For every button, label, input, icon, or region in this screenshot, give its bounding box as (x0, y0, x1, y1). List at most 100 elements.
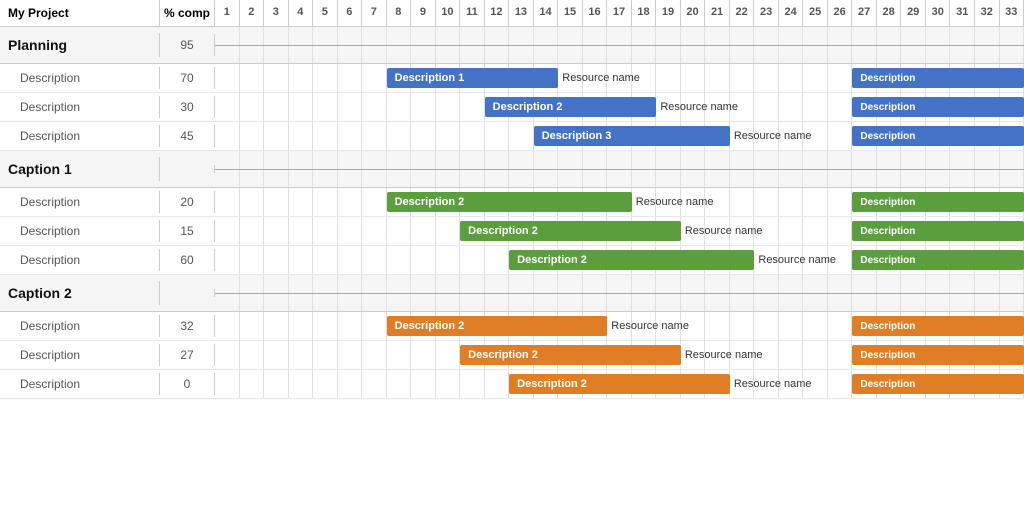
task-name-caption1-1: Description (0, 220, 160, 242)
section-title-planning: Planning (0, 33, 160, 57)
week-header-15: 15 (558, 0, 583, 26)
week-header-6: 6 (338, 0, 363, 26)
week-header-3: 3 (264, 0, 289, 26)
week-header-5: 5 (313, 0, 338, 26)
right-bar-caption2-2: Description (852, 374, 1024, 394)
section-pct-caption2 (160, 289, 215, 297)
week-header-32: 32 (975, 0, 1000, 26)
week-header-7: 7 (362, 0, 387, 26)
gantt-bar-caption1-2: Description 2 (509, 250, 754, 270)
week-header-24: 24 (779, 0, 804, 26)
task-pct-caption2-0: 32 (160, 315, 215, 337)
gantt-bar-caption2-1: Description 2 (460, 345, 681, 365)
task-name-caption1-2: Description (0, 249, 160, 271)
week-header-19: 19 (656, 0, 681, 26)
pct-header: % comp (160, 0, 215, 26)
week-header-30: 30 (926, 0, 951, 26)
task-timeline-planning-0: Description 1Resource name Description (215, 64, 1024, 92)
task-pct-caption2-2: 0 (160, 373, 215, 395)
task-name-caption2-1: Description (0, 344, 160, 366)
resource-label-caption2-2: Resource name (734, 378, 812, 390)
task-timeline-caption2-2: Description 2 Resource name Description (215, 370, 1024, 398)
task-pct-planning-0: 70 (160, 67, 215, 89)
task-row-caption2-0: Description 32Description 2Resource nameD… (0, 312, 1024, 341)
resource-label-caption1-1: Resource name (685, 225, 763, 237)
week-header-31: 31 (950, 0, 975, 26)
section-title-caption2: Caption 2 (0, 281, 160, 305)
week-header-23: 23 (754, 0, 779, 26)
week-header-17: 17 (607, 0, 632, 26)
week-header-27: 27 (852, 0, 877, 26)
week-header-20: 20 (681, 0, 706, 26)
task-timeline-caption1-1: Description 2 Resource name Description (215, 217, 1024, 245)
gantt-bar-planning-1: Description 2 (485, 97, 657, 117)
task-pct-caption1-2: 60 (160, 249, 215, 271)
week-header-1: 1 (215, 0, 240, 26)
resource-label-caption2-1: Resource name (685, 349, 763, 361)
task-timeline-caption1-2: Description 2 Resource name Description (215, 246, 1024, 274)
task-pct-planning-2: 45 (160, 125, 215, 147)
task-name-caption2-2: Description (0, 373, 160, 395)
right-bar-caption2-0: Description (852, 316, 1024, 336)
week-header-4: 4 (289, 0, 314, 26)
week-header-13: 13 (509, 0, 534, 26)
gantt-body: Planning95Description70Description 1Reso… (0, 27, 1024, 399)
right-bar-caption1-2: Description (852, 250, 1024, 270)
task-name-planning-1: Description (0, 96, 160, 118)
week-header-10: 10 (436, 0, 461, 26)
task-row-planning-2: Description45Description 3Resource nameD… (0, 122, 1024, 151)
gantt-header: My Project % comp 1234567891011121314151… (0, 0, 1024, 27)
task-row-planning-1: Description30Description 2Resource nameD… (0, 93, 1024, 122)
section-row-caption1: Caption 1 (0, 151, 1024, 188)
right-bar-caption2-1: Description (852, 345, 1024, 365)
right-bar-planning-0: Description (852, 68, 1024, 88)
weeks-header: 1234567891011121314151617181920212223242… (215, 0, 1024, 26)
section-pct-caption1 (160, 165, 215, 173)
week-header-16: 16 (583, 0, 608, 26)
gantt-bar-planning-2: Description 3 (534, 126, 730, 146)
gantt-chart: My Project % comp 1234567891011121314151… (0, 0, 1024, 399)
resource-label-caption1-2: Resource name (758, 254, 836, 266)
task-timeline-caption2-0: Description 2Resource nameDescription (215, 312, 1024, 340)
right-bar-caption1-0: Description (852, 192, 1024, 212)
task-timeline-planning-1: Description 2Resource nameDescription (215, 93, 1024, 121)
week-header-2: 2 (240, 0, 265, 26)
week-header-9: 9 (411, 0, 436, 26)
task-timeline-caption1-0: Description 2 Resource name Description (215, 188, 1024, 216)
task-row-caption1-0: Description20Description 2Resource nameD… (0, 188, 1024, 217)
resource-label-planning-0: Resource name (562, 72, 640, 84)
section-timeline-caption2 (215, 275, 1024, 311)
task-row-planning-0: Description 70 Description 1Resource nameD… (0, 64, 1024, 93)
task-row-caption1-2: Description60Description 2Resource nameD… (0, 246, 1024, 275)
resource-label-caption1-0: Resource name (636, 196, 714, 208)
week-header-12: 12 (485, 0, 510, 26)
task-name-caption1-0: Description (0, 191, 160, 213)
section-title-caption1: Caption 1 (0, 157, 160, 181)
gantt-bar-caption1-1: Description 2 (460, 221, 681, 241)
task-timeline-planning-2: Description 3Resource nameDescription (215, 122, 1024, 150)
week-header-11: 11 (460, 0, 485, 26)
task-pct-caption2-1: 27 (160, 344, 215, 366)
week-header-26: 26 (828, 0, 853, 26)
week-header-14: 14 (534, 0, 559, 26)
gantt-bar-planning-0: Description 1 (387, 68, 559, 88)
task-name-planning-2: Description (0, 125, 160, 147)
gantt-bar-caption2-2: Description 2 (509, 374, 730, 394)
task-row-caption1-1: Description15Description 2Resource nameD… (0, 217, 1024, 246)
gantt-bar-caption1-0: Description 2 (387, 192, 632, 212)
gantt-bar-caption2-0: Description 2 (387, 316, 608, 336)
section-timeline-caption1 (215, 151, 1024, 187)
section-row-caption2: Caption 2 (0, 275, 1024, 312)
task-pct-caption1-1: 15 (160, 220, 215, 242)
right-bar-caption1-1: Description (852, 221, 1024, 241)
resource-label-planning-2: Resource name (734, 130, 812, 142)
right-bar-planning-1: Description (852, 97, 1024, 117)
week-header-8: 8 (387, 0, 412, 26)
section-pct-planning: 95 (160, 34, 215, 56)
task-pct-caption1-0: 20 (160, 191, 215, 213)
week-header-29: 29 (901, 0, 926, 26)
project-title: My Project (0, 0, 160, 26)
task-row-caption2-1: Description27Description 2Resource nameD… (0, 341, 1024, 370)
week-header-18: 18 (632, 0, 657, 26)
week-header-28: 28 (877, 0, 902, 26)
